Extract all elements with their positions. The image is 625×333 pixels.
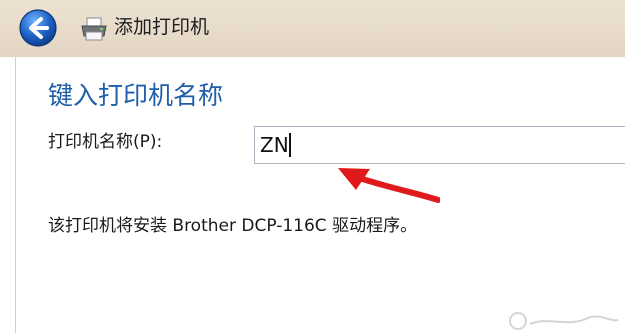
printer-name-label: 打印机名称(P): — [48, 132, 163, 152]
red-annotation-arrow-icon — [338, 168, 440, 203]
driver-install-note: 该打印机将安装 Brother DCP-116C 驱动程序。 — [48, 216, 418, 236]
watermark-logo-icon — [509, 312, 619, 330]
page-heading: 键入打印机名称 — [48, 81, 224, 110]
printer-name-input[interactable] — [254, 126, 625, 164]
printer-icon — [81, 17, 107, 41]
add-printer-window: 添加打印机 键入打印机名称 打印机名称(P): 该打印机将安装 Brother … — [0, 0, 625, 333]
title-bar: 添加打印机 — [0, 0, 625, 57]
text-caret — [289, 133, 291, 157]
left-divider — [15, 57, 16, 333]
window-title: 添加打印机 — [114, 16, 210, 38]
back-arrow-icon[interactable] — [18, 8, 58, 48]
